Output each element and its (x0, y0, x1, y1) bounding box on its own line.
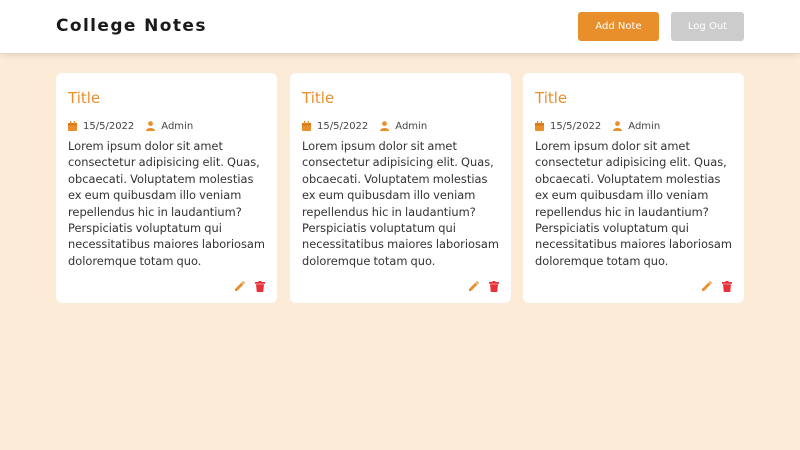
note-card: Title 15/5/2022 Admin Lorem ipsum dolor … (56, 73, 277, 303)
note-actions (458, 281, 499, 292)
trash-icon[interactable] (722, 281, 732, 292)
note-author: Admin (628, 120, 661, 132)
pencil-icon[interactable] (234, 281, 245, 292)
trash-icon[interactable] (255, 281, 265, 292)
note-body: Lorem ipsum dolor sit amet consectetur a… (302, 139, 499, 268)
note-meta: 15/5/2022 Admin (535, 119, 660, 133)
user-icon (613, 121, 623, 131)
note-date: 15/5/2022 (83, 120, 135, 132)
note-date: 15/5/2022 (550, 120, 602, 132)
note-card: Title 15/5/2022 Admin Lorem ipsum dolor … (523, 73, 744, 303)
calendar-icon (68, 121, 77, 131)
add-note-button[interactable]: Add Note (578, 12, 659, 41)
note-author: Admin (161, 120, 194, 132)
note-title: Title (302, 89, 335, 107)
logout-button[interactable]: Log Out (671, 12, 744, 41)
note-title: Title (68, 89, 101, 107)
user-icon (146, 121, 156, 131)
note-author: Admin (395, 120, 428, 132)
note-actions (224, 281, 265, 292)
pencil-icon[interactable] (468, 281, 479, 292)
note-actions (691, 281, 732, 292)
trash-icon[interactable] (489, 281, 499, 292)
app-title: College Notes (56, 16, 207, 36)
note-body: Lorem ipsum dolor sit amet consectetur a… (68, 139, 265, 268)
calendar-icon (302, 121, 311, 131)
calendar-icon (535, 121, 544, 131)
note-card: Title 15/5/2022 Admin Lorem ipsum dolor … (290, 73, 511, 303)
note-date: 15/5/2022 (317, 120, 369, 132)
note-meta: 15/5/2022 Admin (68, 119, 193, 133)
note-title: Title (535, 89, 568, 107)
pencil-icon[interactable] (701, 281, 712, 292)
top-navbar: College Notes Add Note Log Out (0, 0, 800, 53)
note-body: Lorem ipsum dolor sit amet consectetur a… (535, 139, 732, 268)
user-icon (380, 121, 390, 131)
note-meta: 15/5/2022 Admin (302, 119, 427, 133)
